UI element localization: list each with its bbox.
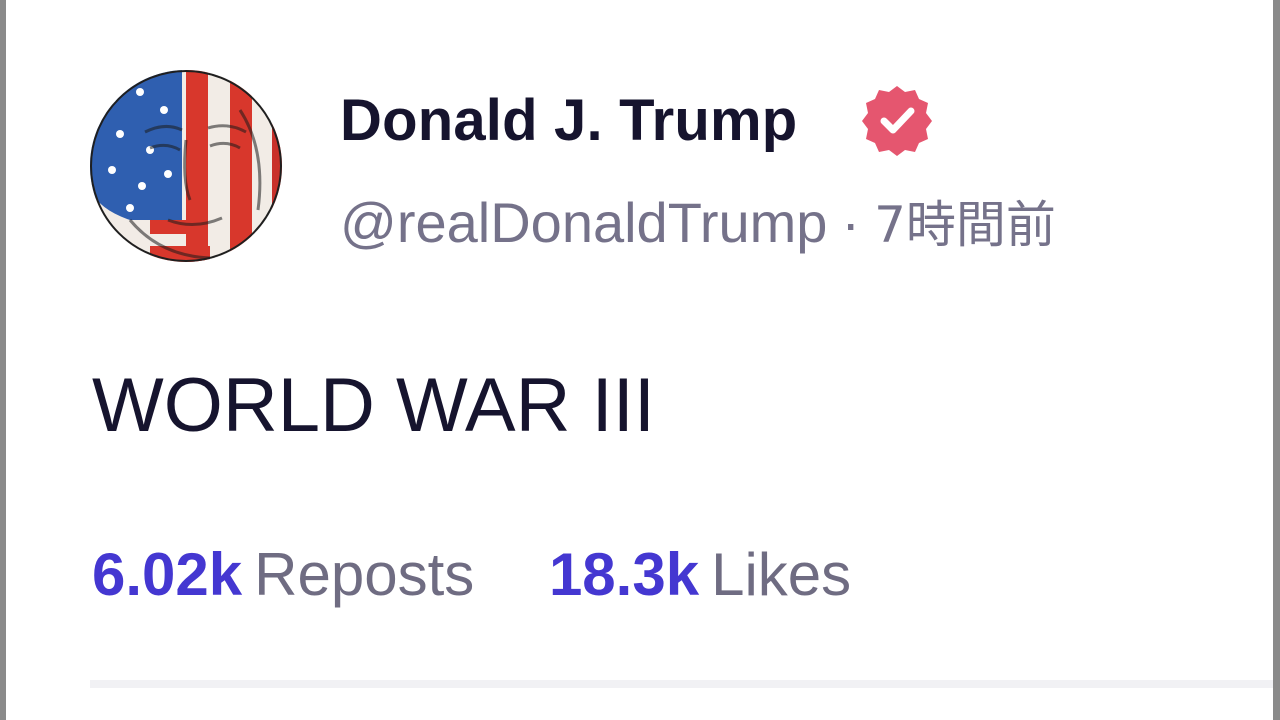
likes-count: 18.3k — [548, 541, 700, 608]
reposts-count: 6.02k — [92, 541, 243, 608]
avatar[interactable] — [90, 70, 282, 262]
avatar-image — [90, 70, 282, 262]
likes-stat[interactable]: 18.3k Likes — [549, 540, 851, 610]
author-meta: @realDonaldTrump · 7時間前 — [340, 188, 1056, 260]
post-card: Donald J. Trump @realDonaldTrump · 7時間前 WO… — [0, 0, 1280, 720]
reposts-stat[interactable]: 6.02k Reposts — [92, 540, 474, 610]
post-stats: 6.02k Reposts 18.3k Likes — [92, 540, 851, 610]
meta-separator: · — [841, 191, 861, 254]
divider — [90, 680, 1273, 688]
verified-badge-icon — [860, 84, 934, 158]
likes-label: Likes — [711, 541, 852, 608]
reposts-label: Reposts — [254, 541, 475, 608]
author-display-name[interactable]: Donald J. Trump — [340, 86, 797, 156]
post-timestamp[interactable]: 7時間前 — [874, 196, 1056, 254]
post-text: WORLD WAR III — [92, 363, 655, 448]
author-handle[interactable]: @realDonaldTrump — [340, 191, 827, 254]
